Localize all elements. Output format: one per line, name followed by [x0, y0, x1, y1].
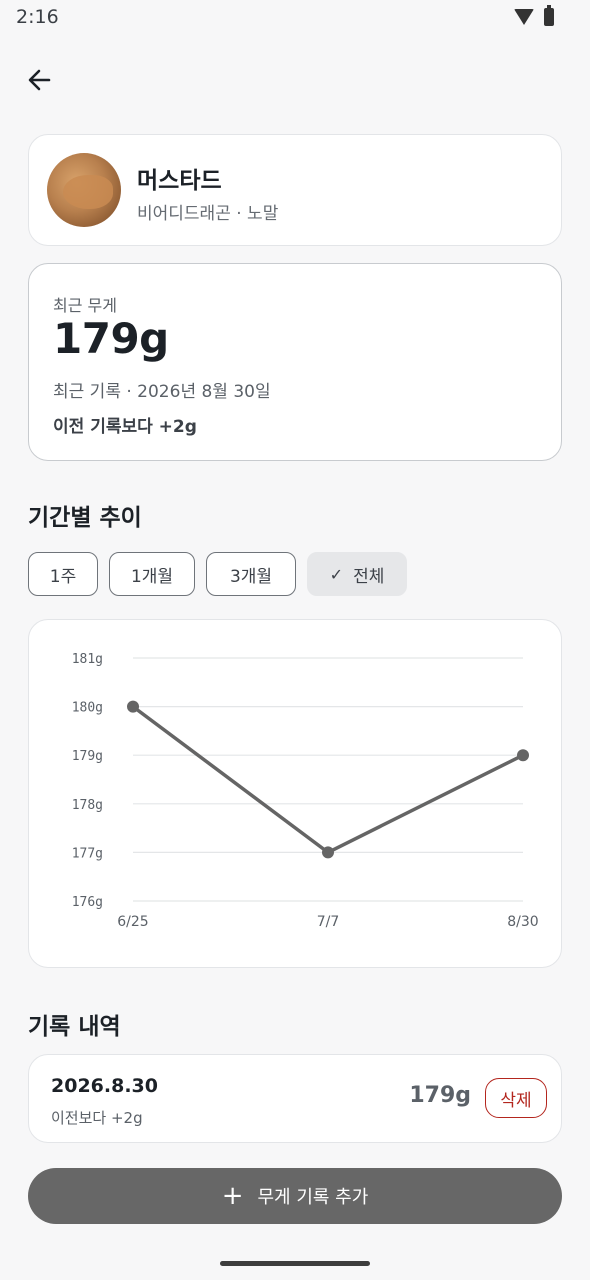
add-weight-record-button[interactable]: + 무게 기록 추가 [28, 1168, 562, 1224]
wifi-icon [514, 9, 534, 25]
record-date: 2026.8.30 [51, 1075, 158, 1097]
add-weight-record-label: 무게 기록 추가 [257, 1187, 369, 1208]
pet-subtitle: 비어디드래곤 · 노말 [137, 204, 279, 224]
data-point [517, 749, 529, 762]
recent-weight-value: 179g [53, 314, 169, 363]
y-tick-label: 177g [72, 846, 103, 861]
check-icon: ✓ [329, 564, 344, 584]
home-indicator [220, 1261, 370, 1266]
battery-icon [544, 5, 554, 26]
profile-card: 머스타드 비어디드래곤 · 노말 [28, 134, 562, 246]
chip-label: 1개월 [130, 566, 174, 587]
chip-1-week[interactable]: 1주 [28, 552, 98, 596]
data-point [322, 846, 334, 859]
x-tick-label: 7/7 [317, 914, 340, 930]
data-point [127, 700, 139, 713]
delete-record-button[interactable]: 삭제 [485, 1078, 547, 1118]
period-filter: 1주 1개월 3개월 ✓ 전체 [28, 552, 407, 596]
recent-weight-label: 최근 무게 [53, 296, 117, 315]
weight-diff: 이전 기록보다 +2g [53, 417, 197, 437]
weight-chart-card: 181g 180g 179g 178g 177g 176g 6/25 7/7 8/30 [28, 619, 562, 968]
series-line [131, 705, 524, 855]
history-title: 기록 내역 [28, 1014, 121, 1040]
record-weight: 179g [409, 1083, 471, 1108]
plus-icon: + [221, 1181, 244, 1211]
status-icons [514, 5, 554, 26]
y-tick-label: 178g [72, 798, 103, 813]
weight-line-chart: 181g 180g 179g 178g 177g 176g 6/25 7/7 8/30 [72, 652, 539, 930]
x-tick-label: 6/25 [117, 914, 148, 930]
chip-3-months[interactable]: 3개월 [206, 552, 296, 596]
avatar [47, 153, 121, 227]
y-tick-label: 180g [72, 701, 103, 716]
record-item: 2026.8.30 이전보다 +2g 179g 삭제 [28, 1054, 562, 1143]
chip-1-month[interactable]: 1개월 [109, 552, 195, 596]
back-button[interactable] [20, 60, 60, 100]
y-tick-label: 176g [72, 895, 103, 910]
chip-label: 1주 [49, 566, 77, 587]
status-bar: 2:16 [0, 0, 590, 36]
chip-label: 전체 [353, 566, 385, 587]
pet-name: 머스타드 [137, 168, 222, 194]
x-tick-label: 8/30 [507, 914, 538, 930]
trend-title: 기간별 추이 [28, 505, 142, 531]
status-time: 2:16 [16, 6, 59, 28]
arrow-left-icon [28, 69, 51, 91]
y-tick-label: 179g [72, 749, 103, 764]
record-diff: 이전보다 +2g [51, 1109, 143, 1127]
y-tick-label: 181g [72, 652, 103, 667]
recent-record-date: 최근 기록 · 2026년 8월 30일 [53, 382, 271, 402]
chip-label: 3개월 [229, 566, 273, 587]
recent-weight-card: 최근 무게 179g 최근 기록 · 2026년 8월 30일 이전 기록보다 … [28, 263, 562, 461]
chip-all[interactable]: ✓ 전체 [307, 552, 407, 596]
